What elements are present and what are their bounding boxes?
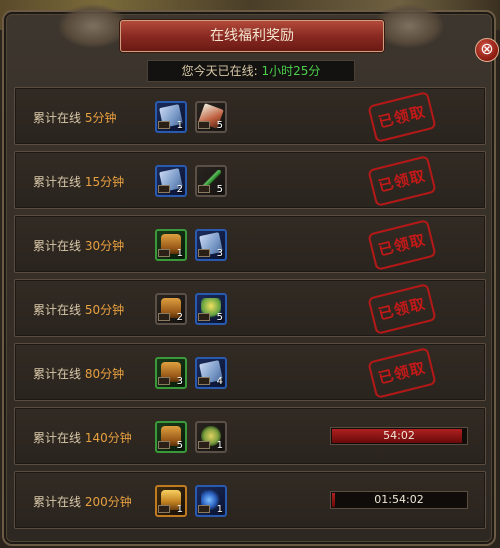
item-slot-icon [158,377,170,385]
item-slot-icon [158,185,170,193]
reward-item-scroll[interactable]: 4 [195,357,227,389]
claimed-stamp: 已领取 [367,91,437,143]
reward-row-50min: 累计在线 50分钟 2 5 已领取 [14,279,486,337]
reward-item-moon[interactable]: 1 [195,485,227,517]
row-label-prefix: 累计在线 [33,239,82,253]
row-label-minutes: 200分钟 [84,495,132,509]
row-label-minutes: 15分钟 [84,175,125,189]
row-label-minutes: 140分钟 [84,431,132,445]
item-slot-icon [198,313,210,321]
row-label-prefix: 累计在线 [33,431,82,445]
reward-row-30min: 累计在线 30分钟 1 3 已领取 [14,215,486,273]
row-label: 累计在线 200分钟 [33,493,132,510]
countdown-timer: 01:54:02 [374,493,424,506]
item-slot-icon [198,441,210,449]
row-label-minutes: 5分钟 [84,111,117,125]
item-count: 2 [176,184,183,195]
countdown-progress-bar: 01:54:02 [330,491,468,509]
row-label: 累计在线 15分钟 [33,173,124,190]
item-slot-icon [158,121,170,129]
reward-item-chest[interactable]: 5 [155,421,187,453]
reward-item-fan[interactable]: 5 [195,101,227,133]
reward-item-chest[interactable]: 2 [155,293,187,325]
reward-row-80min: 累计在线 80分钟 3 4 已领取 [14,343,486,401]
row-label-prefix: 累计在线 [33,111,82,125]
item-count: 5 [216,312,223,323]
claimed-stamp: 已领取 [367,219,437,271]
item-slot-icon [198,249,210,257]
reward-item-flower[interactable]: 5 [195,293,227,325]
item-slot-icon [198,121,210,129]
item-slot-icon [198,505,210,513]
reward-row-5min: 累计在线 5分钟 1 5 已领取 [14,87,486,145]
row-label-minutes: 80分钟 [84,367,125,381]
reward-item-sword[interactable]: 5 [195,165,227,197]
item-count: 1 [176,504,183,515]
online-time-value: 1小时25分 [261,64,321,78]
item-count: 5 [176,440,183,451]
reward-row-140min: 累计在线 140分钟 5 1 54:02 [14,407,486,465]
reward-row-200min: 累计在线 200分钟 1 1 01:54:02 [14,471,486,529]
item-count: 3 [216,248,223,259]
item-slot-icon [158,505,170,513]
reward-item-scroll[interactable]: 2 [155,165,187,197]
item-count: 5 [216,184,223,195]
item-count: 1 [176,120,183,131]
claimed-stamp: 已领取 [367,283,437,335]
countdown-timer: 54:02 [383,429,415,442]
reward-item-scroll[interactable]: 1 [155,101,187,133]
row-label: 累计在线 140分钟 [33,429,132,446]
row-label: 累计在线 50分钟 [33,301,124,318]
item-slot-icon [198,185,210,193]
item-slot-icon [158,441,170,449]
item-count: 2 [176,312,183,323]
item-count: 1 [216,504,223,515]
reward-item-chest[interactable]: 3 [155,357,187,389]
item-count: 1 [216,440,223,451]
claimed-stamp: 已领取 [367,347,437,399]
row-label-prefix: 累计在线 [33,367,82,381]
row-label: 累计在线 80分钟 [33,365,124,382]
window-title: 在线福利奖励 [120,20,384,52]
row-label-prefix: 累计在线 [33,495,82,509]
close-button[interactable]: ⊗ [475,38,499,62]
row-label-prefix: 累计在线 [33,175,82,189]
row-label-prefix: 累计在线 [33,303,82,317]
item-count: 3 [176,376,183,387]
row-label-minutes: 50分钟 [84,303,125,317]
row-label: 累计在线 5分钟 [33,109,116,126]
reward-item-gold-chest[interactable]: 1 [155,485,187,517]
row-label: 累计在线 30分钟 [33,237,124,254]
dragon-ornament-right-icon [374,4,444,48]
item-count: 4 [216,376,223,387]
row-label-minutes: 30分钟 [84,239,125,253]
item-count: 1 [176,248,183,259]
online-time-label: 您今天已在线: [181,64,258,78]
claimed-stamp: 已领取 [367,155,437,207]
reward-item-scroll[interactable]: 3 [195,229,227,261]
reward-item-chest[interactable]: 1 [155,229,187,261]
reward-row-15min: 累计在线 15分钟 2 5 已领取 [14,151,486,209]
item-slot-icon [158,249,170,257]
countdown-progress-bar: 54:02 [330,427,468,445]
dragon-ornament-left-icon [58,4,128,48]
item-slot-icon [198,377,210,385]
item-slot-icon [158,313,170,321]
online-time-display: 您今天已在线: 1小时25分 [147,60,355,82]
reward-item-medal[interactable]: 1 [195,421,227,453]
item-count: 5 [216,120,223,131]
